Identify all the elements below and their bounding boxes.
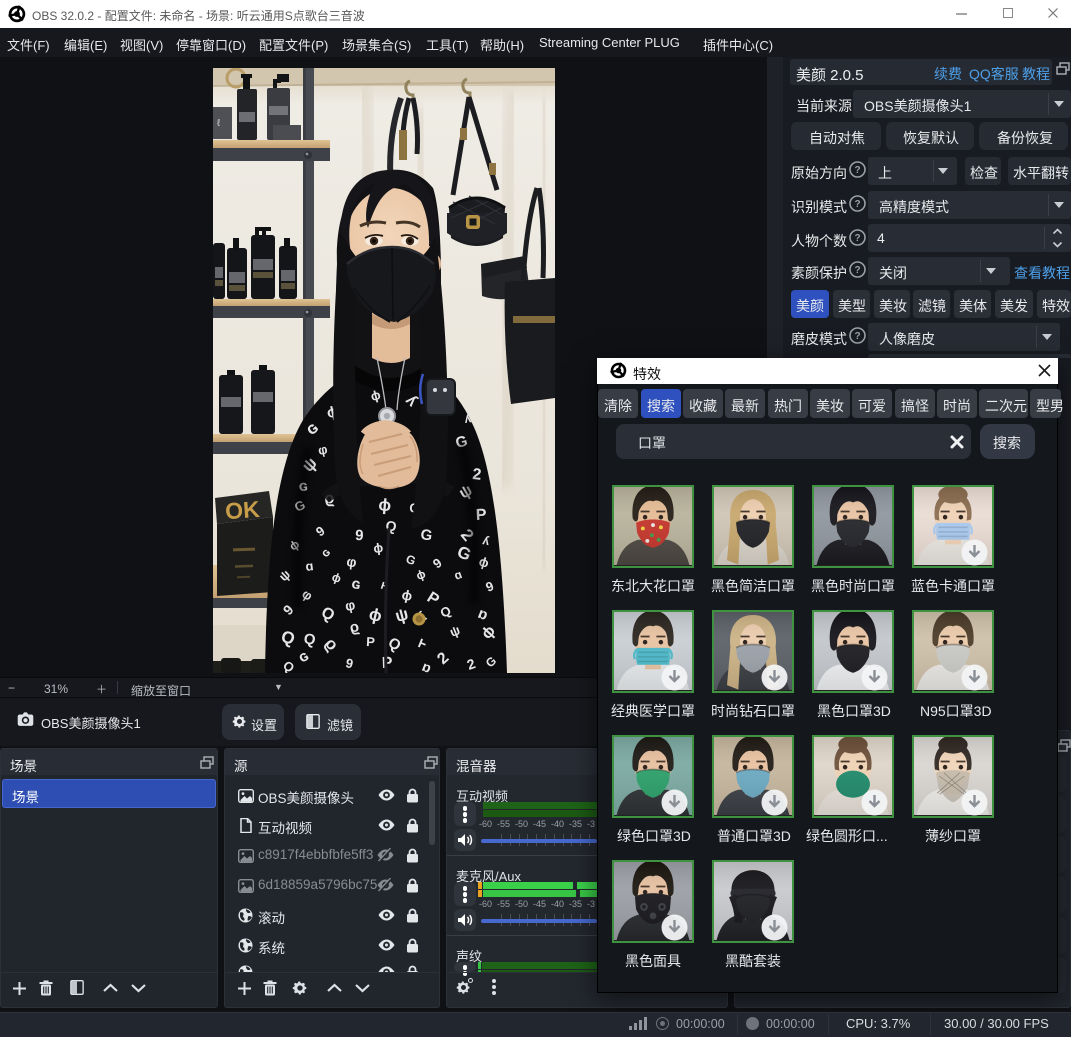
svg-text:?: ? (854, 233, 860, 244)
svg-text:φ: φ (346, 553, 358, 570)
svg-text:?: ? (854, 165, 860, 176)
svg-text:P: P (366, 634, 376, 649)
svg-text:9: 9 (355, 527, 364, 544)
svg-text:OK: OK (224, 496, 261, 524)
svg-text:?: ? (854, 331, 860, 342)
svg-text:ϕ: ϕ (378, 495, 393, 515)
svg-text:?: ? (854, 199, 860, 210)
svg-text:?: ? (854, 265, 860, 276)
svg-text:G: G (419, 526, 433, 544)
